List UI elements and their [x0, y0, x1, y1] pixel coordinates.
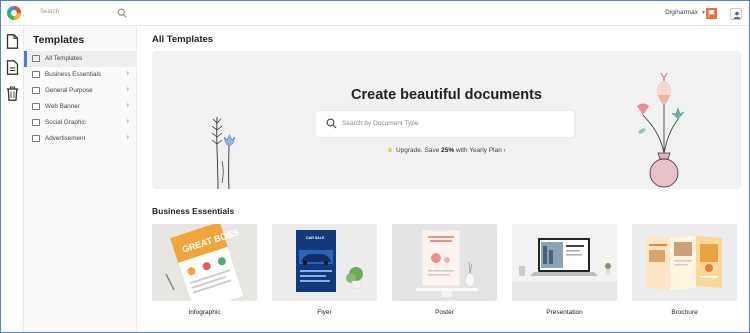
search-placeholder: Search by Document Type [342, 120, 419, 127]
vase-illustration [637, 73, 685, 188]
chevron-right-icon: › [126, 118, 129, 125]
user-menu[interactable]: Digiharmax ▼ [665, 9, 706, 16]
user-icon [733, 11, 740, 19]
template-card-caption: Infographic [188, 309, 221, 316]
chevron-right-icon: › [126, 70, 129, 77]
template-thumbnail: CAR SALE [272, 224, 377, 301]
template-card-infographic[interactable]: GREAT BOSS Infographic [152, 224, 257, 322]
page-title: All Templates [152, 34, 214, 45]
template-card-caption: Brochure [671, 309, 698, 316]
template-card-caption: Presentation [546, 309, 583, 316]
avatar[interactable] [730, 8, 742, 20]
hero-banner: Create beautiful documents Search by Doc… [152, 51, 741, 189]
social-icon [32, 119, 40, 126]
upgrade-suffix: with Yearly Plan [454, 147, 502, 154]
document-type-search-input[interactable]: Search by Document Type [316, 111, 574, 137]
template-card-caption: Poster [435, 309, 454, 316]
file-text-icon[interactable] [6, 60, 19, 75]
section-title: Business Essentials [152, 206, 235, 216]
infographic-thumbnail-image: GREAT BOSS [165, 224, 245, 301]
layout-icon [32, 87, 40, 94]
chevron-right-icon: › [126, 86, 129, 93]
sidebar-item-label: Social Graphic [45, 119, 86, 126]
icon-rail [1, 26, 24, 332]
sidebar-item-label: All Templates [45, 55, 83, 62]
search-icon[interactable] [117, 8, 127, 18]
sidebar-item-all-templates[interactable]: All Templates [24, 51, 137, 67]
app-logo-icon[interactable] [6, 5, 22, 21]
top-bar: Search Digiharmax ▼ [1, 1, 749, 26]
document-icon[interactable] [6, 34, 19, 49]
template-card-caption: Flyer [317, 309, 332, 316]
notification-button[interactable] [706, 8, 717, 19]
grid-icon [32, 55, 40, 62]
templates-sidebar: Templates All Templates Business Essenti… [24, 26, 137, 332]
thumbnail-text: CAR SALE [306, 236, 325, 240]
search-icon [326, 118, 337, 129]
search-placeholder: Search [40, 9, 60, 15]
template-card-flyer[interactable]: CAR SALE Flyer [272, 224, 377, 322]
sidebar-item-advertisement[interactable]: Advertisement › [24, 131, 137, 147]
main-content: All Templates Create beautiful documents… [137, 26, 749, 332]
template-card-brochure[interactable]: Brochure [632, 224, 737, 322]
chevron-right-icon: › [503, 147, 506, 154]
sidebar-item-general-purpose[interactable]: General Purpose › [24, 83, 137, 99]
template-thumbnail: GREAT BOSS [152, 224, 257, 301]
sidebar-item-label: Web Banner [45, 103, 80, 110]
sidebar-item-business-essentials[interactable]: Business Essentials › [24, 67, 137, 83]
sidebar-item-label: Advertisement [45, 135, 86, 142]
flag-icon [708, 10, 715, 17]
presentation-thumbnail-image [512, 238, 617, 301]
chevron-right-icon: › [126, 134, 129, 141]
upgrade-prefix: Upgrade. Save [395, 147, 442, 154]
template-thumbnail [392, 224, 497, 301]
sidebar-title: Templates [33, 34, 85, 46]
template-card-presentation[interactable]: Presentation [512, 224, 617, 322]
user-name: Digiharmax [665, 9, 699, 16]
trash-icon[interactable] [6, 86, 19, 101]
crown-icon: ♛ [387, 147, 393, 154]
template-thumbnail [632, 224, 737, 301]
poster-thumbnail-image [416, 229, 478, 297]
sidebar-item-label: Business Essentials [45, 71, 101, 78]
template-card-poster[interactable]: Poster [392, 224, 497, 322]
brochure-thumbnail-image [646, 236, 722, 290]
sidebar-item-label: General Purpose [45, 87, 93, 94]
briefcase-icon [32, 71, 40, 78]
sidebar-item-social-graphic[interactable]: Social Graphic › [24, 115, 137, 131]
banner-icon [32, 103, 40, 110]
flyer-thumbnail-image: CAR SALE [296, 230, 363, 292]
chevron-right-icon: › [126, 102, 129, 109]
search-input[interactable]: Search [33, 5, 131, 22]
sidebar-item-web-banner[interactable]: Web Banner › [24, 99, 137, 115]
megaphone-icon [32, 135, 40, 142]
template-thumbnail [512, 224, 617, 301]
upgrade-discount: 25% [441, 147, 455, 154]
